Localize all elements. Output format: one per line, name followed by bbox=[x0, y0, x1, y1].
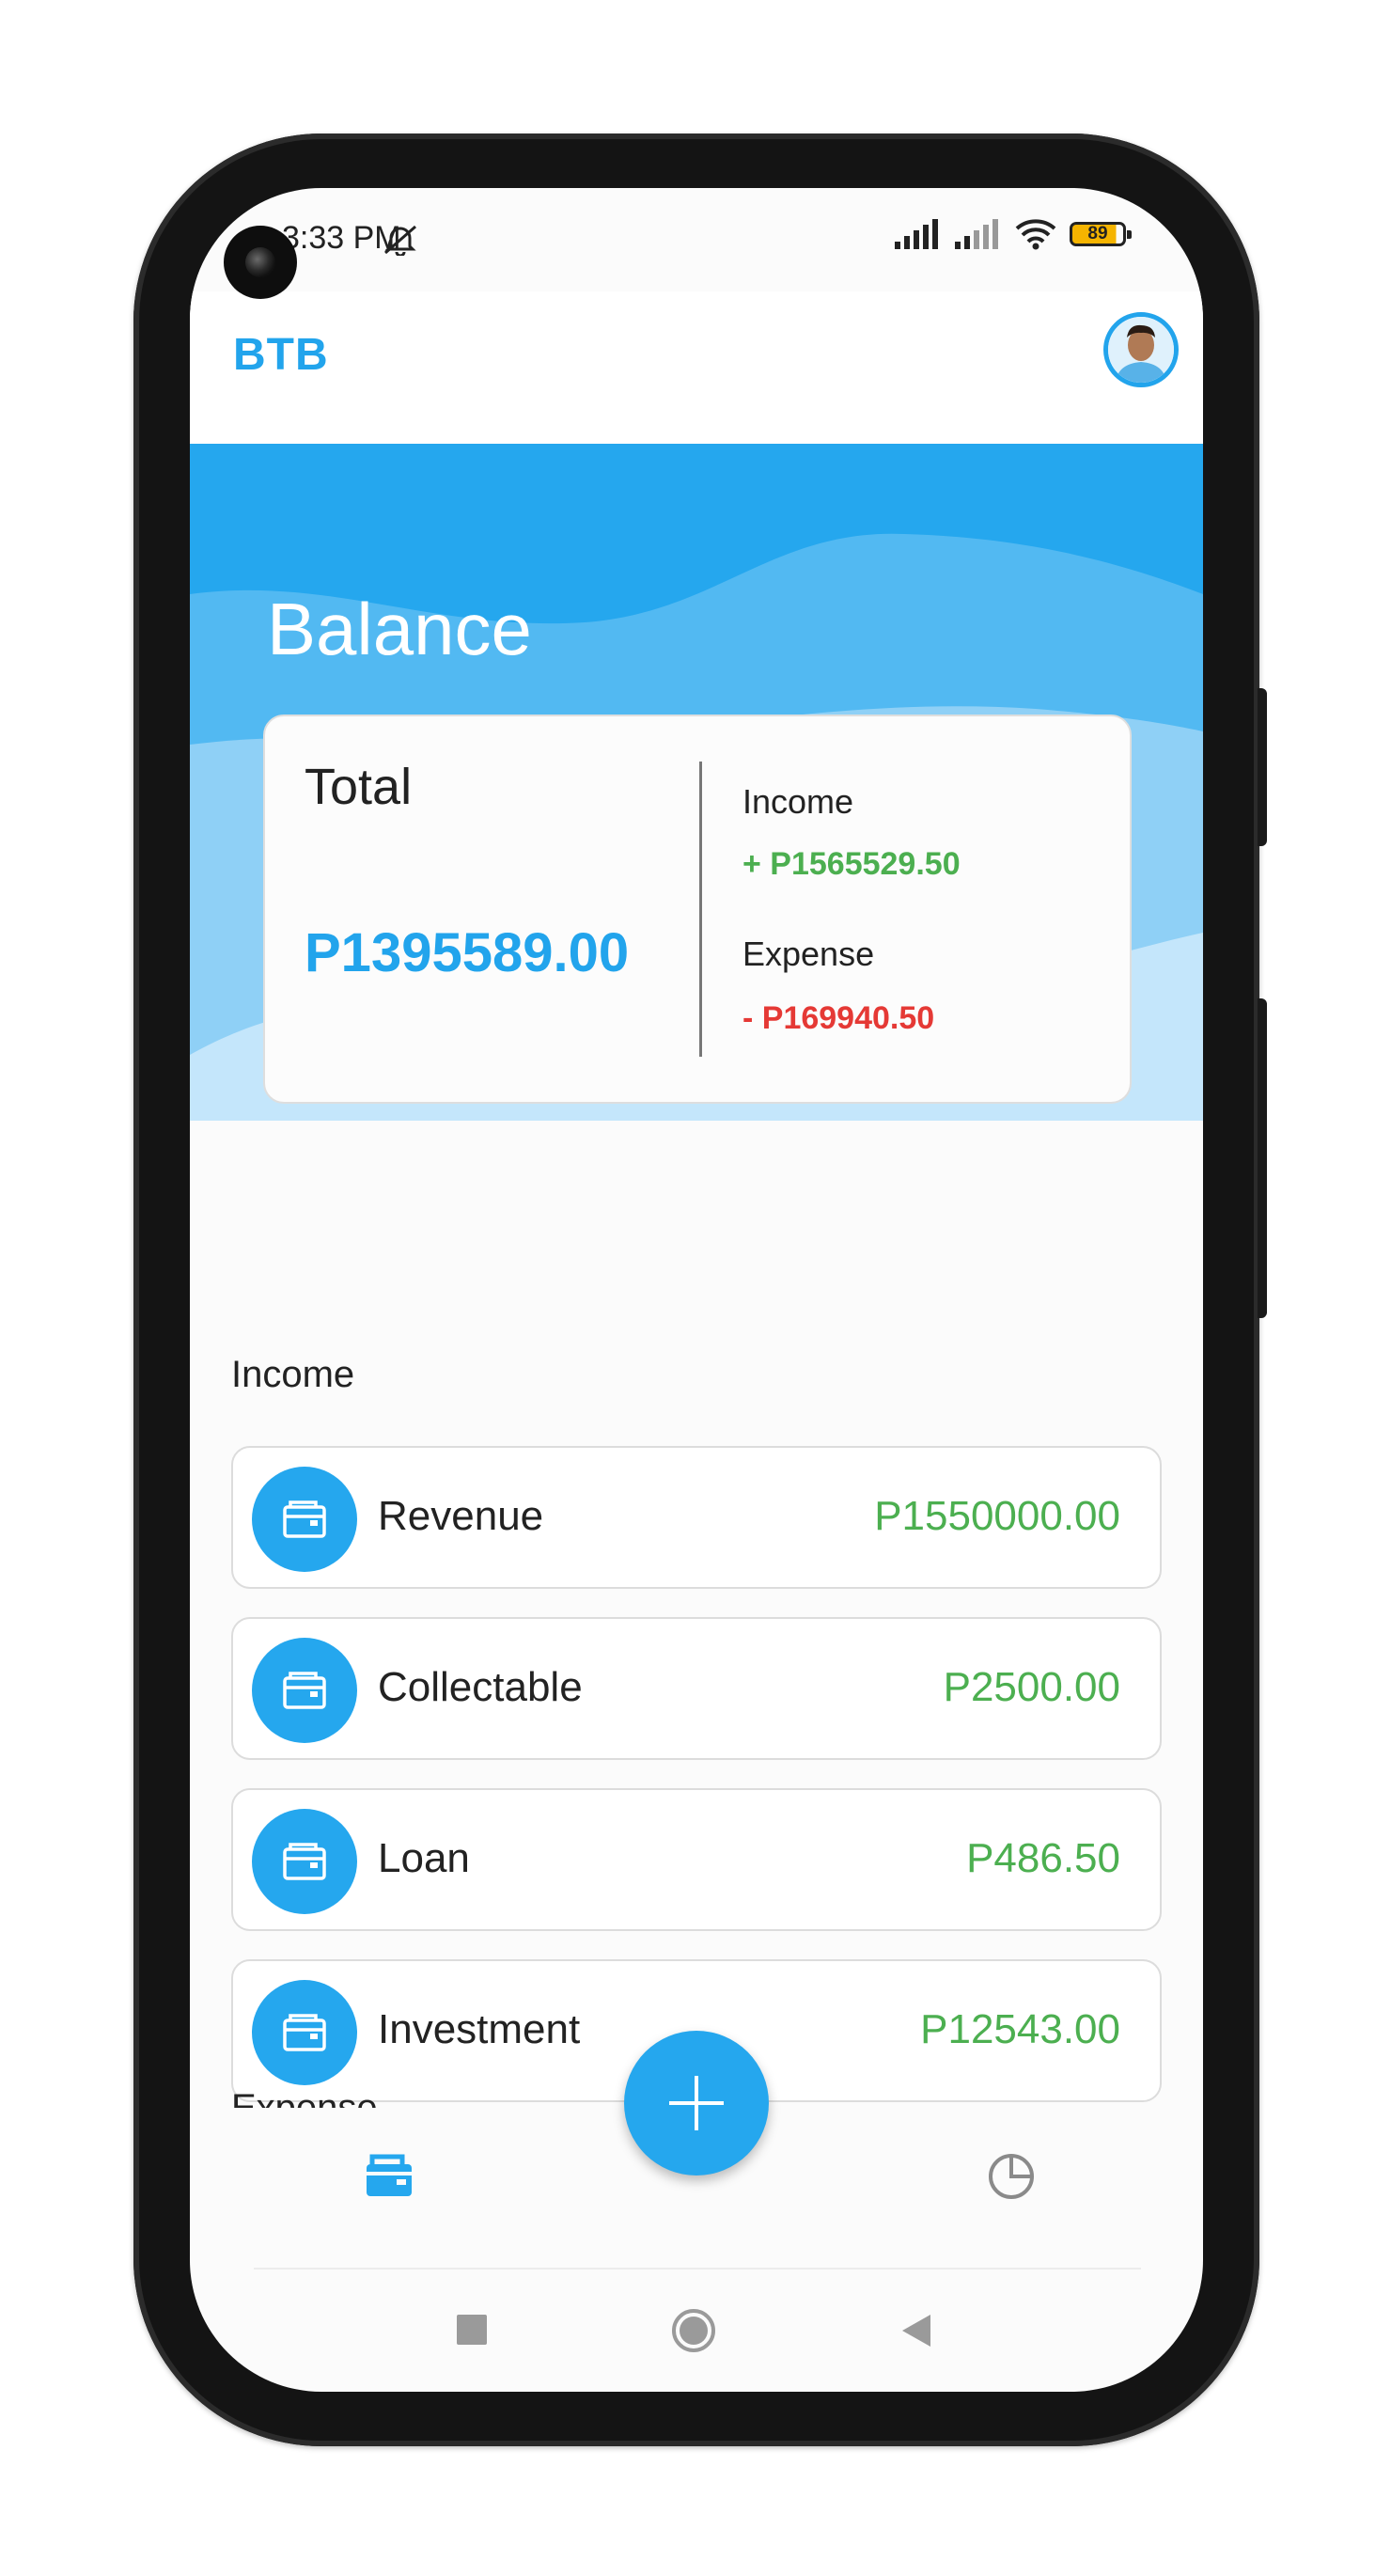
battery-icon: 89 bbox=[1070, 222, 1132, 246]
wallet-icon bbox=[252, 1467, 357, 1572]
signal-2-icon bbox=[955, 219, 998, 249]
list-item-collectable[interactable]: Collectable P2500.00 bbox=[231, 1617, 1162, 1760]
expense-label: Expense bbox=[742, 935, 875, 973]
home-icon[interactable] bbox=[670, 2307, 717, 2354]
status-bar: 3:33 PM 89 bbox=[190, 211, 1203, 263]
list-item-amount: P12543.00 bbox=[920, 2006, 1120, 2052]
power-button bbox=[1258, 998, 1267, 1318]
income-label: Income bbox=[742, 782, 854, 821]
recents-icon[interactable] bbox=[455, 2313, 489, 2347]
volume-button bbox=[1258, 688, 1267, 846]
expense-value: - P169940.50 bbox=[742, 1000, 935, 1036]
wallet-icon bbox=[252, 1638, 357, 1743]
income-section-title: Income bbox=[231, 1354, 355, 1395]
avatar[interactable] bbox=[1103, 312, 1179, 387]
list-item-loan[interactable]: Loan P486.50 bbox=[231, 1788, 1162, 1931]
wallet-icon bbox=[252, 1980, 357, 2085]
list-item-amount: P2500.00 bbox=[943, 1664, 1120, 1710]
card-divider bbox=[699, 762, 702, 1057]
add-icon bbox=[669, 2076, 724, 2130]
front-camera bbox=[224, 226, 297, 299]
list-item-label: Loan bbox=[378, 1835, 470, 1881]
wifi-icon bbox=[1015, 219, 1056, 250]
system-nav-bar bbox=[190, 2270, 1203, 2392]
back-icon[interactable] bbox=[899, 2313, 932, 2348]
total-label: Total bbox=[305, 759, 413, 815]
user-photo-icon bbox=[1108, 317, 1174, 383]
muted-bell-icon bbox=[384, 225, 416, 256]
balance-heading: Balance bbox=[267, 588, 532, 670]
screen: 3:33 PM 89 BTB Balance Total P1395589.00… bbox=[190, 188, 1203, 2392]
total-value: P1395589.00 bbox=[305, 922, 630, 983]
add-button[interactable] bbox=[624, 2031, 769, 2175]
wallet-icon[interactable] bbox=[363, 2149, 415, 2202]
list-item-amount: P1550000.00 bbox=[874, 1493, 1120, 1539]
app-title: BTB bbox=[233, 330, 329, 380]
app-bar: BTB bbox=[190, 291, 1203, 444]
phone-frame: 3:33 PM 89 BTB Balance Total P1395589.00… bbox=[133, 134, 1267, 2446]
list-item-revenue[interactable]: Revenue P1550000.00 bbox=[231, 1446, 1162, 1589]
list-item-label: Investment bbox=[378, 2006, 581, 2052]
list-item-label: Revenue bbox=[378, 1493, 544, 1539]
expense-section-title: Expense bbox=[231, 2087, 378, 2108]
balance-summary-card: Total P1395589.00 Income + P1565529.50 E… bbox=[263, 715, 1132, 1104]
pie-chart-icon[interactable] bbox=[983, 2147, 1039, 2204]
list-item-label: Collectable bbox=[378, 1664, 583, 1710]
signal-icon bbox=[895, 219, 938, 249]
list-item-amount: P486.50 bbox=[966, 1835, 1120, 1881]
income-value: + P1565529.50 bbox=[742, 846, 961, 882]
wallet-icon bbox=[252, 1809, 357, 1914]
